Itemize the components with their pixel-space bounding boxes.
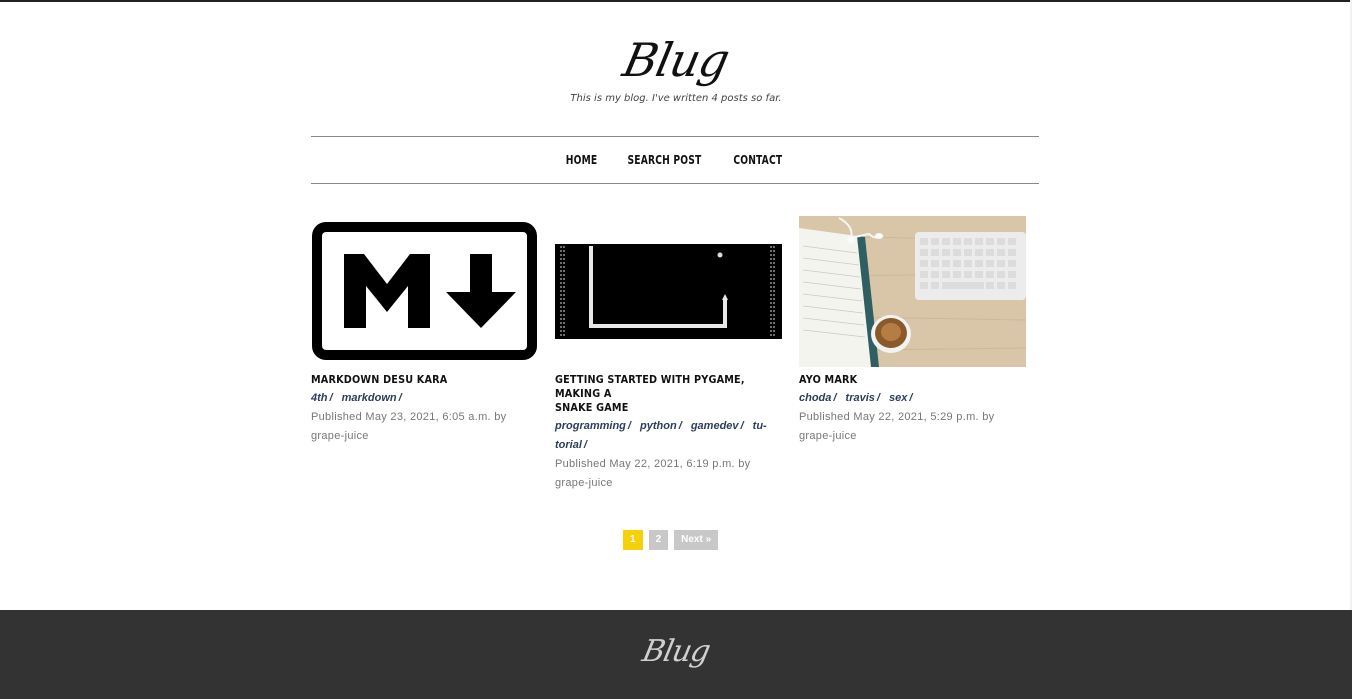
- tag-link[interactable]: markdown: [342, 392, 397, 404]
- post-thumbnail-desk[interactable]: [799, 216, 1026, 367]
- post-card: AYO MARK choda / travis / sex / Published M…: [799, 216, 1026, 446]
- page-2-button[interactable]: 2: [648, 530, 669, 550]
- post-thumbnail-markdown[interactable]: [311, 216, 538, 367]
- nav-contact[interactable]: CONTACT: [734, 153, 783, 167]
- markdown-logo-icon: [312, 222, 537, 360]
- tag-link[interactable]: tu-: [753, 420, 767, 432]
- post-thumbnail-snake[interactable]: [555, 216, 782, 367]
- tag-link[interactable]: choda: [799, 392, 831, 404]
- top-border: [0, 0, 1352, 2]
- post-card: MARKDOWN DESU KARA 4th / markdown / Publis…: [311, 216, 538, 446]
- pagination: 1 2 Next »: [623, 530, 719, 550]
- tag-link[interactable]: sex: [889, 392, 907, 404]
- post-title-line: SNAKE GAME: [555, 401, 629, 414]
- post-title[interactable]: MARKDOWN DESU KARA: [311, 373, 535, 387]
- post-tags: 4th / markdown /: [311, 392, 402, 404]
- site-tagline: This is my blog. I've written 4 posts so…: [570, 93, 782, 104]
- markdown-m-icon: [344, 254, 430, 328]
- post-author: grape-juice: [311, 430, 369, 442]
- page-1-button[interactable]: 1: [623, 530, 643, 550]
- footer-logo[interactable]: Blug: [0, 634, 1352, 669]
- tag-link[interactable]: travis: [846, 392, 875, 404]
- post-tags: programming / python / gamedev / tu- torial…: [555, 420, 767, 451]
- site-logo[interactable]: Blug: [0, 30, 1352, 90]
- tag-link[interactable]: torial: [555, 439, 582, 451]
- post-author: grape-juice: [799, 430, 857, 442]
- post-published: Published May 22, 2021, 6:19 p.m. by: [555, 458, 751, 470]
- desk-photo-image: [799, 216, 1026, 367]
- tag-link[interactable]: gamedev: [691, 420, 739, 432]
- post-published: Published May 23, 2021, 6:05 a.m. by: [311, 411, 507, 423]
- post-title[interactable]: GETTING STARTED WITH PYGAME, MAKING A SN…: [555, 373, 779, 415]
- post-meta: Published May 22, 2021, 5:29 p.m. by gra…: [799, 408, 1026, 446]
- tag-link[interactable]: python: [640, 420, 677, 432]
- post-tags: choda / travis / sex /: [799, 392, 913, 404]
- post-author: grape-juice: [555, 477, 613, 489]
- site-footer: Blug: [0, 610, 1352, 699]
- tag-link[interactable]: programming: [555, 420, 626, 432]
- post-meta: Published May 23, 2021, 6:05 a.m. by gra…: [311, 408, 538, 446]
- post-card: GETTING STARTED WITH PYGAME, MAKING A SN…: [555, 216, 782, 493]
- post-meta: Published May 22, 2021, 6:19 p.m. by gra…: [555, 455, 782, 493]
- nav-search-post[interactable]: SEARCH POST: [628, 153, 702, 167]
- markdown-arrow-icon: [446, 254, 516, 328]
- post-title[interactable]: AYO MARK: [799, 373, 1023, 387]
- next-page-button[interactable]: Next »: [674, 530, 719, 550]
- main-nav: HOME SEARCH POST CONTACT: [311, 136, 1039, 184]
- tag-link[interactable]: 4th: [311, 392, 328, 404]
- snake-game-image: [555, 244, 782, 339]
- post-title-line: GETTING STARTED WITH PYGAME, MAKING A: [555, 373, 745, 400]
- post-published: Published May 22, 2021, 5:29 p.m. by: [799, 411, 995, 423]
- nav-home[interactable]: HOME: [566, 153, 598, 167]
